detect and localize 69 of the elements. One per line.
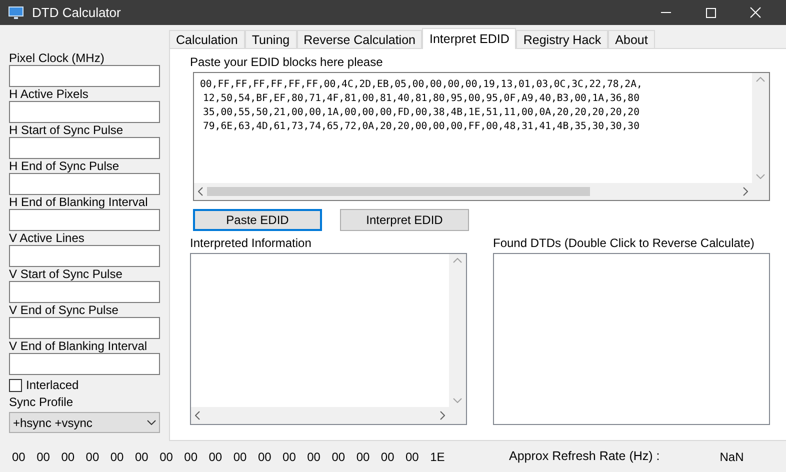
byte-value: 00 bbox=[12, 448, 26, 466]
refresh-rate-label: Approx Refresh Rate (Hz) : bbox=[509, 448, 660, 466]
field-label: V End of Blanking Interval bbox=[9, 339, 148, 353]
section-label: Paste your EDID blocks here please bbox=[190, 55, 384, 70]
horizontal-scrollbar[interactable] bbox=[191, 407, 449, 424]
field-label: V End of Sync Pulse bbox=[9, 303, 120, 317]
byte-value: 00 bbox=[406, 448, 420, 466]
byte-value: 1E bbox=[430, 448, 446, 466]
minimize-icon bbox=[660, 12, 670, 13]
tab[interactable]: Interpret EDID bbox=[422, 28, 516, 49]
maximize-icon bbox=[706, 8, 716, 18]
byte-value: 00 bbox=[332, 448, 346, 466]
edid-text-line: 35,00,55,50,21,00,00,1A,00,00,00,FD,00,38,4B,1E,51,11,00,0A,20,20,20,20,20 bbox=[202, 106, 640, 120]
tab[interactable]: Tuning bbox=[244, 30, 297, 48]
byte-value: 00 bbox=[61, 448, 76, 466]
refresh-rate-value: NaN bbox=[720, 448, 744, 466]
field-label: Sync Profile bbox=[9, 395, 74, 409]
field-label: V Active Lines bbox=[9, 231, 86, 245]
field-label: H Active Pixels bbox=[9, 87, 90, 101]
byte-value: 00 bbox=[356, 448, 371, 466]
window-title: DTD Calculator bbox=[32, 4, 121, 22]
checkbox[interactable] bbox=[9, 378, 22, 392]
byte-value: 00 bbox=[36, 448, 51, 466]
input-field[interactable] bbox=[9, 353, 160, 375]
field-label: H Start of Sync Pulse bbox=[9, 123, 124, 137]
input-field[interactable] bbox=[9, 65, 160, 87]
input-field[interactable] bbox=[9, 101, 160, 123]
field-label: V Start of Sync Pulse bbox=[9, 267, 124, 281]
input-field[interactable] bbox=[9, 173, 160, 195]
edid-text-line: 79,6E,63,4D,61,73,74,65,72,0A,20,20,00,00,00,FF,00,48,31,41,4B,35,30,30,30 bbox=[202, 120, 640, 134]
close-icon bbox=[750, 7, 761, 18]
monitor-icon bbox=[8, 6, 24, 20]
vertical-scrollbar[interactable] bbox=[752, 73, 769, 183]
tab[interactable]: Reverse Calculation bbox=[296, 30, 422, 48]
byte-value: 00 bbox=[258, 448, 272, 466]
edid-text-area[interactable] bbox=[193, 72, 770, 201]
byte-value: 00 bbox=[110, 448, 125, 466]
edid-text-line: 00,FF,FF,FF,FF,FF,FF,00,4C,2D,EB,05,00,00,00,00,19,13,01,03,0C,3C,22,78,2A, bbox=[200, 78, 644, 92]
section-label: Interpreted Information bbox=[190, 236, 312, 251]
vertical-scrollbar[interactable] bbox=[449, 254, 466, 407]
tab[interactable]: Calculation bbox=[169, 30, 245, 48]
byte-value: 00 bbox=[233, 448, 248, 466]
input-field[interactable] bbox=[9, 317, 160, 339]
chevron-down-icon bbox=[147, 420, 156, 425]
field-label: H End of Blanking Interval bbox=[9, 195, 149, 209]
section-label: Found DTDs (Double Click to Reverse Calculate) bbox=[493, 236, 756, 251]
input-field[interactable] bbox=[9, 245, 160, 267]
input-field[interactable] bbox=[9, 209, 160, 231]
edid-text-line: 12,50,54,BF,EF,80,71,4F,81,00,81,40,81,80,95,00,95,0F,A9,40,B3,00,1A,36,80 bbox=[202, 92, 640, 106]
action-button[interactable]: Interpret EDID bbox=[340, 209, 469, 231]
scrollbar-thumb[interactable] bbox=[207, 187, 590, 196]
byte-value: 00 bbox=[160, 448, 174, 466]
input-field[interactable] bbox=[9, 137, 160, 159]
field-label: Pixel Clock (MHz) bbox=[9, 51, 106, 65]
byte-value: 00 bbox=[208, 448, 224, 466]
byte-value: 00 bbox=[380, 448, 396, 466]
input-field[interactable] bbox=[9, 281, 160, 303]
field-label: H End of Sync Pulse bbox=[9, 159, 120, 173]
checkbox-label: Interlaced bbox=[26, 377, 79, 394]
tab[interactable]: Registry Hack bbox=[516, 30, 608, 48]
horizontal-scrollbar[interactable] bbox=[194, 183, 752, 200]
byte-value: 00 bbox=[307, 448, 322, 466]
sync-profile-dropdown[interactable]: +hsync +vsync bbox=[9, 412, 160, 433]
byte-value: 00 bbox=[86, 448, 100, 466]
tab[interactable]: About bbox=[608, 30, 655, 48]
byte-value: 00 bbox=[184, 448, 199, 466]
action-button[interactable]: Paste EDID bbox=[193, 209, 322, 231]
byte-value: 00 bbox=[282, 448, 297, 466]
byte-value: 00 bbox=[134, 448, 150, 466]
